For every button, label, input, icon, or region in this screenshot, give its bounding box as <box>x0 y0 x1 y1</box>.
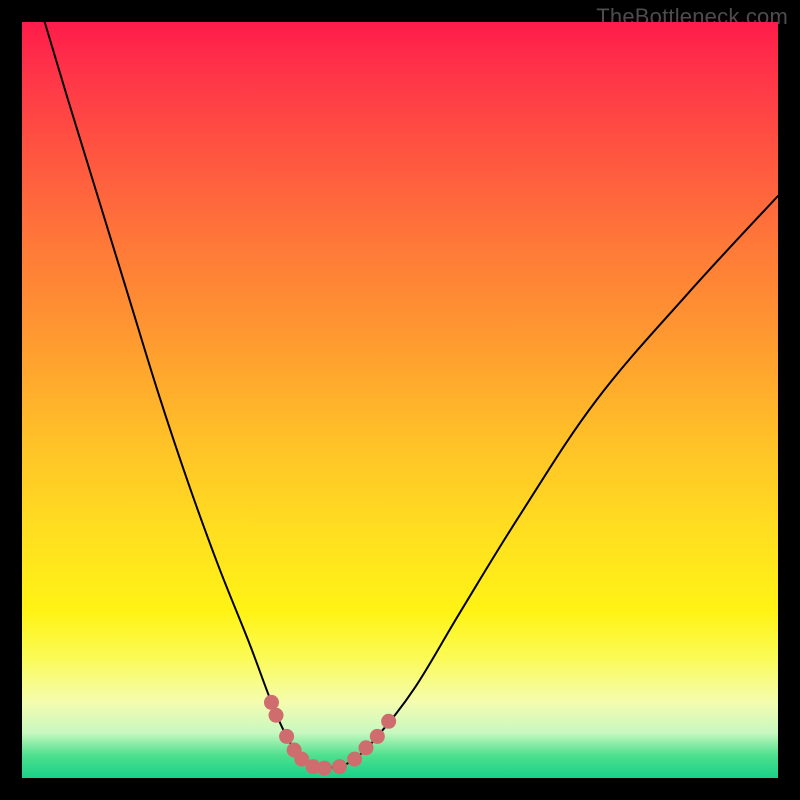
marker-dot <box>269 708 284 723</box>
marker-dot <box>381 714 396 729</box>
marker-dot <box>317 761 332 776</box>
chart-svg <box>22 22 778 778</box>
curve-floor <box>313 767 339 769</box>
marker-dot <box>358 740 373 755</box>
marker-dot <box>306 759 321 774</box>
curve-left <box>45 22 313 767</box>
marker-dot <box>287 743 302 758</box>
marker-dot <box>332 759 347 774</box>
marker-dot <box>347 752 362 767</box>
marker-dot <box>279 729 294 744</box>
marker-dot <box>264 695 279 710</box>
curve-right <box>340 196 778 767</box>
chart-plot-area <box>22 22 778 778</box>
marker-dot <box>294 752 309 767</box>
marker-dots <box>264 695 396 776</box>
marker-dot <box>370 729 385 744</box>
